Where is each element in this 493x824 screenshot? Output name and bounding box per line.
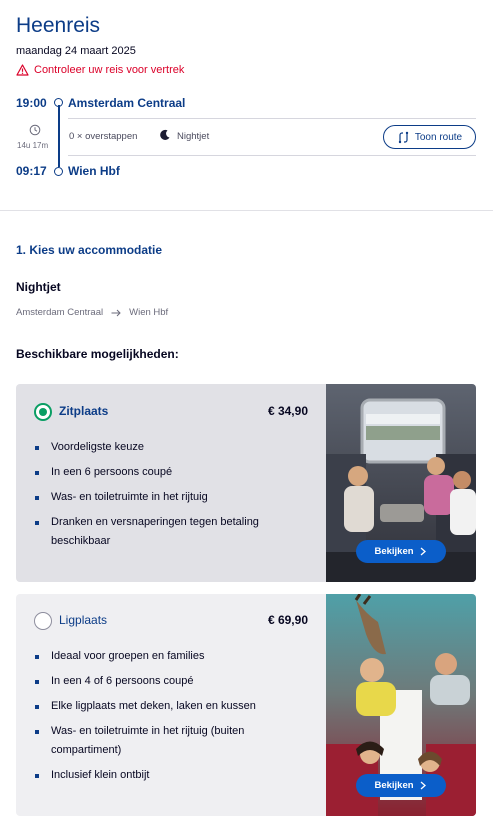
journey-summary: Heenreis maandag 24 maart 2025 Controlee…	[0, 0, 493, 211]
route-to: Wien Hbf	[129, 307, 169, 318]
section-divider	[0, 210, 493, 211]
option-price: € 34,90	[267, 404, 308, 418]
feature-item: Was- en toiletruimte in het rijtuig (bui…	[35, 722, 295, 760]
view-button-label: Bekijken	[374, 546, 414, 557]
chevron-right-icon	[420, 547, 426, 556]
feature-item: Ideaal voor groepen en families	[35, 647, 295, 666]
show-route-label: Toon route	[414, 131, 463, 143]
arrival-time: 09:17	[16, 164, 47, 178]
feature-item: Voordeligste keuze	[35, 438, 295, 457]
warning-text: Controleer uw reis voor vertrek	[34, 64, 185, 76]
feature-item: Inclusief klein ontbijt	[35, 766, 295, 785]
step-title: 1. Kies uw accommodatie	[16, 243, 163, 257]
view-button-label: Bekijken	[374, 780, 414, 791]
radio-ligplaats[interactable]	[34, 612, 52, 630]
warning-icon	[16, 64, 29, 76]
departure-time: 19:00	[16, 96, 47, 110]
option-card-ligplaats[interactable]: Ligplaats € 69,90 Ideaal voor groepen en…	[16, 594, 476, 816]
feature-item: Was- en toiletruimte in het rijtuig	[35, 488, 295, 507]
feature-item: Dranken en versnaperingen tegen betaling…	[35, 513, 295, 551]
divider	[68, 155, 476, 156]
available-options-heading: Beschikbare mogelijkheden:	[16, 347, 179, 361]
clock-icon	[29, 124, 41, 136]
view-ligplaats-button[interactable]: Bekijken	[356, 774, 446, 797]
route-from: Amsterdam Centraal	[16, 307, 104, 318]
option-card-zitplaats[interactable]: Zitplaats € 34,90 Voordeligste keuze In …	[16, 384, 476, 582]
feature-list: Ideaal voor groepen en families In een 4…	[35, 647, 295, 791]
option-name: Zitplaats	[59, 404, 109, 418]
chevron-right-icon	[420, 781, 426, 790]
feature-item: In een 6 persoons coupé	[35, 463, 295, 482]
radio-zitplaats[interactable]	[34, 403, 52, 421]
route-summary: Amsterdam Centraal Wien Hbf	[16, 307, 168, 318]
travel-duration: 14u 17m	[17, 141, 49, 150]
travel-date: maandag 24 maart 2025	[16, 45, 136, 57]
divider	[68, 118, 476, 119]
page-title: Heenreis	[16, 14, 101, 37]
arrow-right-icon	[111, 309, 121, 316]
transfers-count: 0 × overstappen	[69, 131, 138, 142]
option-name: Ligplaats	[59, 613, 108, 627]
arrival-stop-dot	[54, 167, 63, 176]
feature-item: Elke ligplaats met deken, laken en kusse…	[35, 697, 295, 716]
route-line	[57, 105, 60, 167]
train-type: Nightjet	[177, 131, 210, 142]
feature-item: In een 4 of 6 persoons coupé	[35, 672, 295, 691]
show-route-button[interactable]: Toon route	[383, 125, 476, 149]
departure-station: Amsterdam Centraal	[68, 96, 186, 110]
travel-warning: Controleer uw reis voor vertrek	[16, 64, 184, 76]
option-price: € 69,90	[267, 613, 308, 627]
moon-icon	[160, 129, 170, 140]
train-name: Nightjet	[16, 280, 61, 294]
view-zitplaats-button[interactable]: Bekijken	[356, 540, 446, 563]
feature-list: Voordeligste keuze In een 6 persoons cou…	[35, 438, 295, 557]
arrival-station: Wien Hbf	[68, 164, 120, 178]
route-icon	[398, 131, 409, 143]
